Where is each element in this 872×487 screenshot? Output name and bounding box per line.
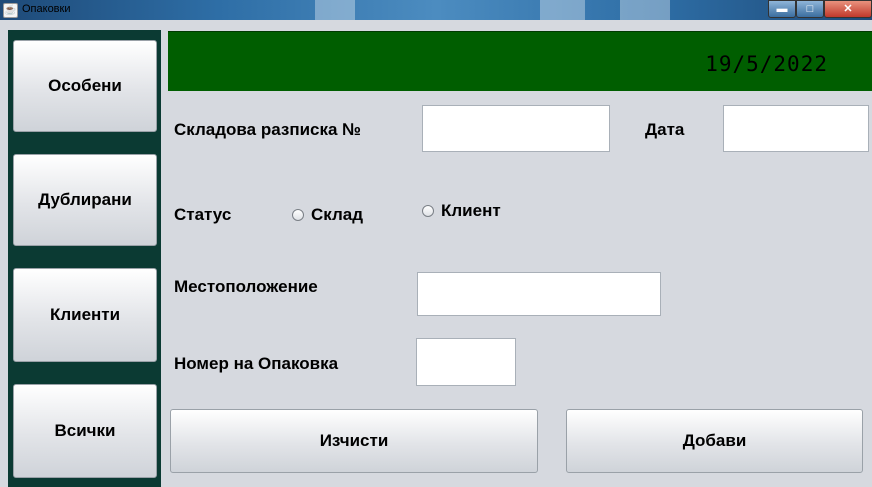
sidebar-item-label: Клиенти — [49, 305, 121, 324]
app-icon: ☕ — [3, 3, 18, 18]
location-label: Местоположение — [174, 277, 318, 296]
sidebar-item-duplicates[interactable]: Дублирани — [13, 154, 157, 246]
date-label: Дата — [645, 120, 685, 139]
titlebar-decoration — [620, 0, 670, 20]
add-button[interactable]: Добави — [566, 409, 863, 473]
current-date: 19/5/2022 — [705, 52, 828, 76]
package-number-field[interactable] — [416, 338, 516, 386]
titlebar-decoration — [540, 0, 585, 20]
clear-button-label: Изчисти — [319, 431, 389, 450]
close-icon[interactable]: ✕ — [824, 0, 872, 18]
radio-label: Склад — [311, 205, 364, 224]
radio-circle-icon — [422, 205, 434, 217]
clear-button[interactable]: Изчисти — [170, 409, 538, 473]
receipt-number-field[interactable] — [422, 105, 610, 152]
header-bar: 19/5/2022 — [168, 31, 872, 91]
status-label: Статус — [174, 205, 232, 224]
radio-circle-icon — [292, 209, 304, 221]
sidebar: Особени Дублирани Клиенти Всички — [8, 30, 161, 487]
sidebar-item-special[interactable]: Особени — [13, 40, 157, 132]
sidebar-item-clients[interactable]: Клиенти — [13, 268, 157, 362]
sidebar-item-all[interactable]: Всички — [13, 384, 157, 478]
sidebar-item-label: Дублирани — [38, 190, 132, 209]
window-title: Опаковки — [22, 3, 71, 15]
package-number-label: Номер на Опаковка — [174, 354, 339, 373]
location-field[interactable] — [417, 272, 661, 316]
sidebar-item-label: Особени — [48, 76, 122, 95]
sidebar-item-label: Всички — [54, 421, 116, 440]
minimize-icon[interactable]: ▬ — [768, 0, 796, 18]
radio-label: Клиент — [441, 201, 501, 220]
date-field[interactable] — [723, 105, 869, 152]
status-radio-client[interactable]: Клиент — [422, 201, 501, 221]
status-radio-warehouse[interactable]: Склад — [292, 205, 363, 225]
titlebar-decoration — [315, 0, 355, 20]
receipt-number-label: Складова разписка № — [174, 120, 362, 139]
window-titlebar: ☕ Опаковки ▬ □ ✕ — [0, 0, 872, 20]
add-button-label: Добави — [682, 431, 747, 450]
maximize-icon[interactable]: □ — [796, 0, 824, 18]
